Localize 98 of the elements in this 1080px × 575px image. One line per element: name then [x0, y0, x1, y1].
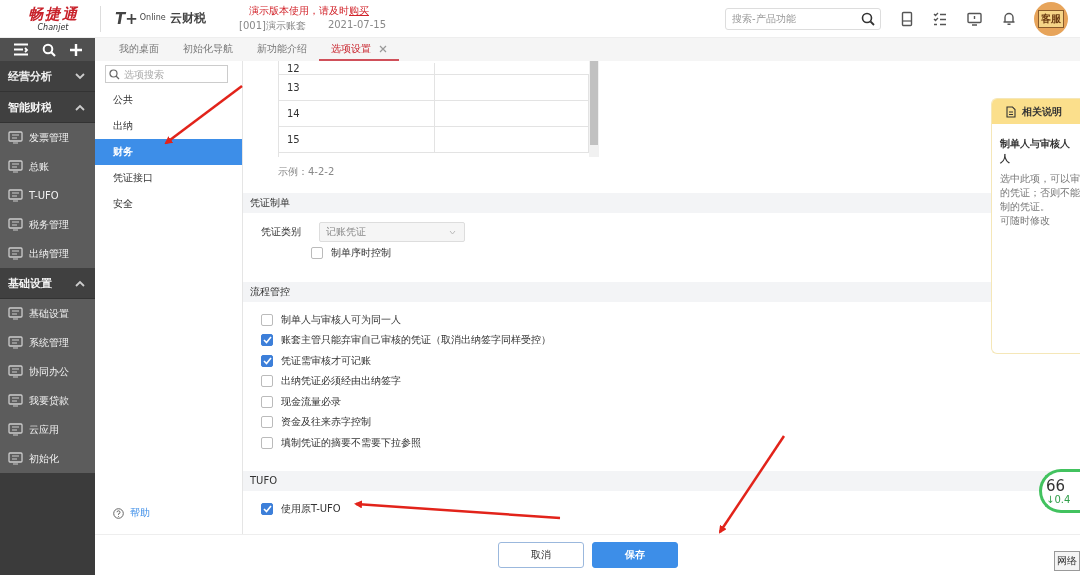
checkbox[interactable] — [261, 354, 273, 367]
checkbox[interactable] — [261, 416, 273, 429]
chevron-icon — [75, 103, 85, 111]
help-icon[interactable] — [113, 507, 124, 519]
search-field[interactable]: 搜索-产品功能 — [725, 7, 881, 30]
help-text: 制的凭证。 — [1000, 200, 1051, 214]
brand-logo: 畅捷通 — [27, 5, 79, 23]
help-text: 可随时修改 — [1000, 214, 1051, 228]
plus-icon[interactable] — [68, 42, 83, 57]
panel-icon — [8, 336, 23, 349]
sidebar-item[interactable]: 发票管理 — [0, 123, 95, 152]
checkbox-label: 制单人与审核人可为同一人 — [281, 312, 401, 327]
product-name: 云财税 — [169, 10, 206, 27]
checkbox-label: 填制凭证的摘要不需要下拉参照 — [281, 435, 421, 450]
option-search-field[interactable]: 选项搜索 — [105, 65, 228, 83]
sidebar-item[interactable]: 协同办公 — [0, 357, 95, 386]
checkbox-label: 使用原T-UFO — [281, 502, 341, 517]
panel-icon — [8, 365, 23, 378]
checkbox[interactable] — [261, 503, 273, 516]
sidebar-item[interactable]: 出纳管理 — [0, 239, 95, 268]
sidebar-group[interactable]: 经营分析 — [0, 61, 95, 92]
tablet-icon[interactable] — [901, 10, 913, 27]
sidebar-item[interactable]: 基础设置 — [0, 299, 95, 328]
tab[interactable]: 初始化导航 — [171, 38, 245, 61]
network-speed-widget[interactable]: 66 ↓0.4 — [1039, 469, 1080, 513]
caret-icon — [449, 229, 456, 235]
option-category[interactable]: 公共 — [95, 87, 242, 113]
sidebar-item[interactable]: 我要贷款 — [0, 386, 95, 415]
tab[interactable]: 我的桌面 — [107, 38, 171, 61]
purchase-link[interactable]: 购买 — [349, 4, 369, 18]
brand-logo-subtitle: Chanjet — [37, 22, 69, 32]
help-panel-title: 相关说明 — [1022, 104, 1062, 119]
help-text: 选中此项，可以审 — [1000, 172, 1080, 186]
table-cell: 12 — [279, 63, 435, 74]
option-category[interactable]: 凭证接口 — [95, 165, 242, 191]
panel-icon — [8, 247, 23, 260]
demo-notice: 演示版本使用，请及时 — [249, 4, 349, 18]
help-heading: 制单人与审核人 — [1000, 137, 1071, 151]
cancel-button[interactable]: 取消 — [497, 542, 584, 568]
checkbox-label: 凭证需审核才可记账 — [281, 353, 371, 368]
table-cell: 13 — [279, 75, 435, 100]
panel-icon — [8, 307, 23, 320]
scrollbar[interactable] — [589, 61, 599, 157]
account-name: [001]演示账套 — [239, 19, 306, 33]
checkbox-label: 现金流量必录 — [281, 394, 341, 409]
panel-icon — [8, 452, 23, 465]
panel-icon — [8, 189, 23, 202]
help-link[interactable]: 帮助 — [130, 506, 150, 520]
sidebar-item[interactable]: 总账 — [0, 152, 95, 181]
option-category[interactable]: 出纳 — [95, 113, 242, 139]
sidebar-item[interactable]: 税务管理 — [0, 210, 95, 239]
help-heading: 人 — [1000, 152, 1011, 166]
support-avatar[interactable]: 客服 — [1034, 1, 1068, 36]
chevron-icon — [75, 72, 85, 80]
checkbox[interactable] — [261, 313, 273, 326]
option-category[interactable]: 安全 — [95, 191, 242, 217]
sidebar-item[interactable]: 系统管理 — [0, 328, 95, 357]
checkbox[interactable] — [311, 247, 323, 260]
panel-icon — [8, 131, 23, 144]
sidebar-group[interactable]: 智能财税 — [0, 92, 95, 123]
panel-icon — [8, 423, 23, 436]
close-icon[interactable] — [379, 44, 387, 53]
checkbox[interactable] — [261, 436, 273, 449]
product-mark-subtitle: Online — [139, 12, 166, 22]
chevron-icon — [75, 279, 85, 287]
tab[interactable]: 新功能介绍 — [245, 38, 319, 61]
sidebar-item[interactable]: T-UFO — [0, 181, 95, 210]
search-icon[interactable] — [41, 42, 56, 57]
search-icon[interactable] — [861, 11, 875, 26]
account-date: 2021-07-15 — [327, 19, 386, 32]
panel-icon — [8, 218, 23, 231]
panel-icon — [8, 394, 23, 407]
checkbox[interactable] — [261, 375, 273, 388]
table-cell: 14 — [279, 101, 435, 126]
checkbox[interactable] — [261, 395, 273, 408]
field-label: 凭证类别 — [261, 225, 301, 239]
document-icon — [1006, 105, 1016, 118]
network-tag[interactable]: 网络 — [1054, 551, 1080, 571]
checkbox-label: 账套主管只能弃审自己审核的凭证（取消出纳签字同样受控） — [281, 333, 551, 348]
sidebar-group[interactable]: 基础设置 — [0, 268, 95, 299]
bell-icon[interactable] — [1002, 11, 1016, 26]
tab[interactable]: 选项设置 — [319, 38, 399, 61]
checkbox-label: 出纳凭证必须经由出纳签字 — [281, 374, 401, 389]
option-category[interactable]: 财务 — [95, 139, 242, 165]
monitor-icon[interactable] — [967, 11, 982, 26]
save-button[interactable]: 保存 — [591, 542, 678, 568]
checkbox[interactable] — [261, 334, 273, 347]
menu-icon[interactable] — [12, 43, 29, 56]
sidebar-item[interactable]: 初始化 — [0, 444, 95, 473]
checkbox-label: 资金及往来赤字控制 — [281, 415, 371, 430]
example-text: 示例：4-2-2 — [278, 165, 335, 179]
help-text: 的凭证；否则不能 — [1000, 186, 1080, 200]
checkbox-label: 制单序时控制 — [331, 246, 391, 261]
table-cell: 15 — [279, 127, 435, 152]
checklist-icon[interactable] — [933, 11, 947, 26]
sidebar-item[interactable]: 云应用 — [0, 415, 95, 444]
panel-icon — [8, 160, 23, 173]
product-mark: T+ — [115, 9, 138, 28]
